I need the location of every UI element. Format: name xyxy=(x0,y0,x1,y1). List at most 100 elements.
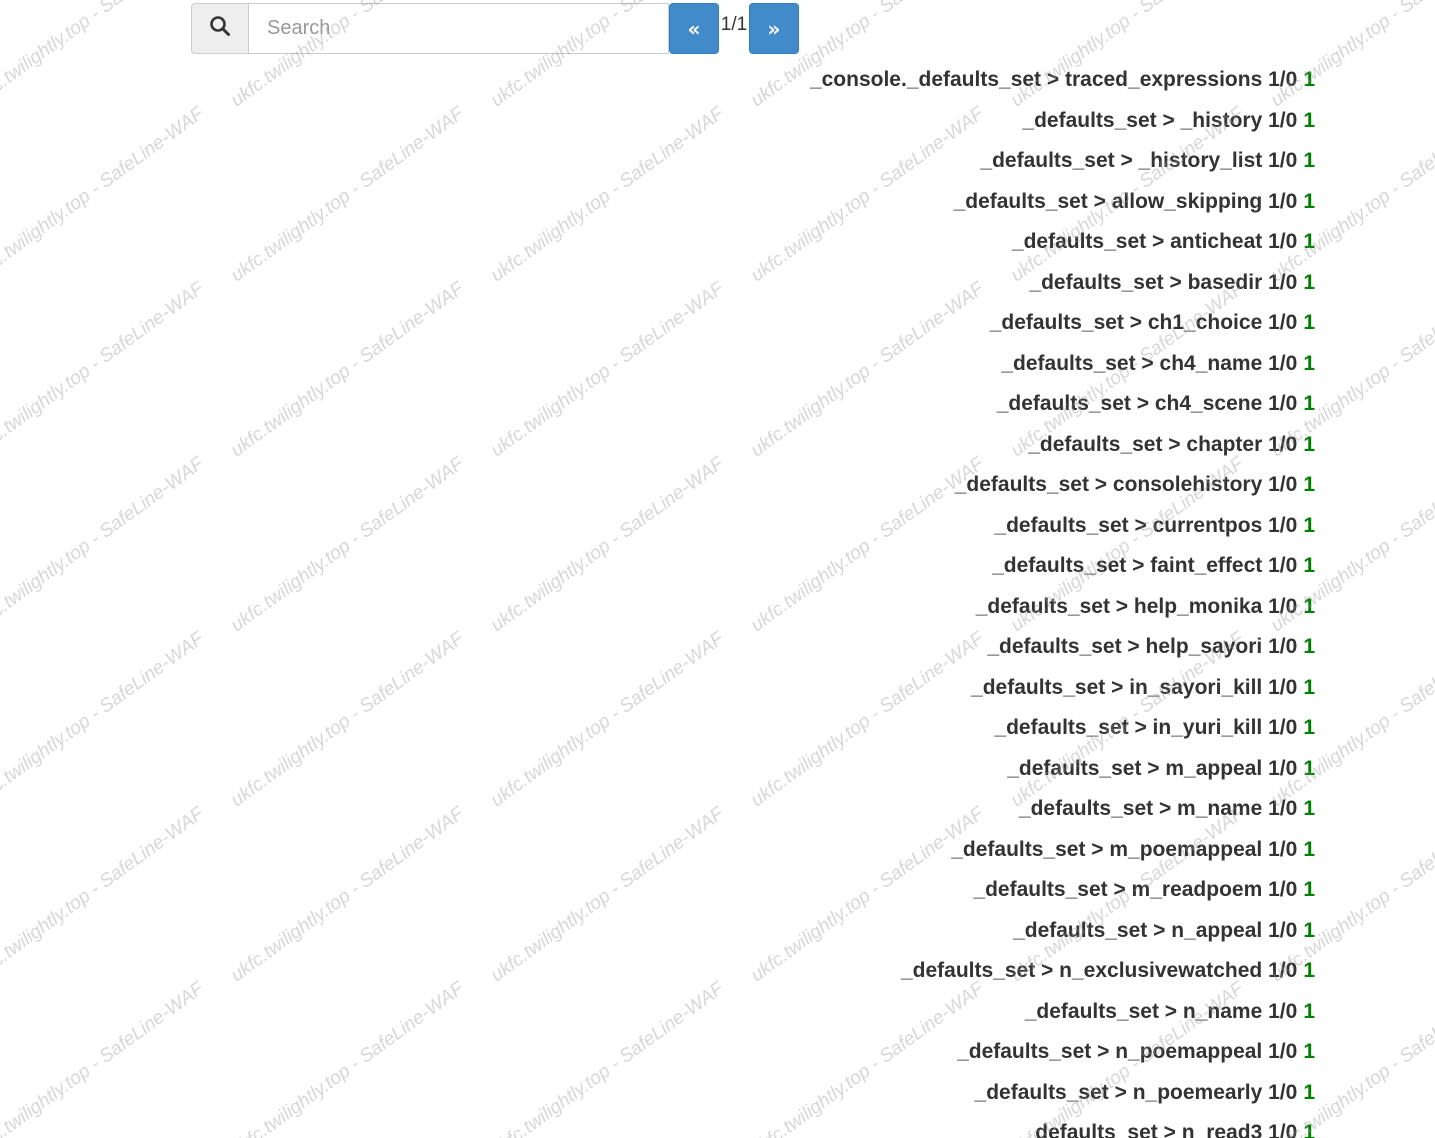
variable-count: 1/0 xyxy=(1268,918,1298,942)
variable-path: _defaults_set > basedir xyxy=(1029,270,1263,294)
variable-value: 1 xyxy=(1303,554,1315,577)
variable-path: _defaults_set > help_monika xyxy=(975,594,1263,618)
watermark-text: ukfc.twilightly.top - SafeLine-WAF xyxy=(0,453,208,637)
next-page-button[interactable]: » xyxy=(749,3,799,54)
variable-value: 1 xyxy=(1303,351,1315,375)
variable-path: _defaults_set > allow_skipping xyxy=(953,189,1263,213)
list-item[interactable]: _defaults_set > n_name 1/0 1 xyxy=(810,992,1315,1033)
variable-value: 1 xyxy=(1303,149,1315,172)
watermark-text: ukfc.twilightly.top - SafeLine-WAF xyxy=(487,803,728,987)
variable-path: _defaults_set > faint_effect xyxy=(992,554,1263,577)
variable-value: 1 xyxy=(1303,1040,1315,1063)
variable-count: 1/0 xyxy=(1268,554,1298,577)
list-item[interactable]: _defaults_set > m_readpoem 1/0 1 xyxy=(810,870,1315,911)
variable-count: 1/0 xyxy=(1268,716,1298,739)
watermark-text: ukfc.twilightly.top - SafeLine-WAF xyxy=(0,103,208,287)
variable-count: 1/0 xyxy=(1268,999,1298,1023)
search-icon xyxy=(209,15,231,42)
variable-path: _defaults_set > n_poemearly xyxy=(974,1080,1263,1104)
search-input[interactable] xyxy=(249,3,669,54)
variable-path: _defaults_set > ch1_choice xyxy=(989,311,1263,334)
list-item[interactable]: _defaults_set > m_poemappeal 1/0 1 xyxy=(810,830,1315,871)
list-item[interactable]: _defaults_set > anticheat 1/0 1 xyxy=(810,222,1315,263)
list-item[interactable]: _defaults_set > ch4_name 1/0 1 xyxy=(810,344,1315,385)
variable-value: 1 xyxy=(1303,594,1315,618)
variable-path: _defaults_set > _history xyxy=(1022,108,1263,132)
list-item[interactable]: _defaults_set > currentpos 1/0 1 xyxy=(810,506,1315,547)
watermark-text: ukfc.twilightly.top - SafeLine-WAF xyxy=(227,628,468,812)
variable-count: 1/0 xyxy=(1268,351,1298,375)
list-item[interactable]: _defaults_set > faint_effect 1/0 1 xyxy=(810,546,1315,587)
list-item[interactable]: _defaults_set > allow_skipping 1/0 1 xyxy=(810,182,1315,223)
variable-value: 1 xyxy=(1303,1121,1315,1138)
watermark-text: ukfc.twilightly.top - SafeLine-WAF xyxy=(487,978,728,1138)
list-item[interactable]: _defaults_set > in_yuri_kill 1/0 1 xyxy=(810,708,1315,749)
variable-path: _defaults_set > n_read3 xyxy=(1023,1121,1263,1138)
list-item[interactable]: _defaults_set > help_sayori 1/0 1 xyxy=(810,627,1315,668)
variable-value: 1 xyxy=(1303,756,1315,780)
variable-path: _defaults_set > m_appeal xyxy=(1007,756,1263,780)
list-item[interactable]: _defaults_set > chapter 1/0 1 xyxy=(810,425,1315,466)
variable-path: _defaults_set > m_name xyxy=(1018,797,1263,820)
watermark-text: ukfc.twilightly.top - SafeLine-WAF xyxy=(0,278,208,462)
variable-path: _defaults_set > consolehistory xyxy=(954,473,1263,496)
list-item[interactable]: _defaults_set > basedir 1/0 1 xyxy=(810,263,1315,304)
variable-path: _defaults_set > help_sayori xyxy=(987,635,1263,658)
watermark-text: ukfc.twilightly.top - SafeLine-WAF xyxy=(0,0,208,112)
watermark-text: ukfc.twilightly.top - SafeLine-WAF xyxy=(227,803,468,987)
variable-count: 1/0 xyxy=(1268,189,1298,213)
list-item[interactable]: _defaults_set > in_sayori_kill 1/0 1 xyxy=(810,668,1315,709)
variable-count: 1/0 xyxy=(1268,149,1298,172)
list-item[interactable]: _defaults_set > n_read3 1/0 1 xyxy=(810,1113,1315,1138)
watermark-text: ukfc.twilightly.top - SafeLine-WAF xyxy=(227,453,468,637)
variable-value: 1 xyxy=(1303,230,1315,253)
variable-count: 1/0 xyxy=(1268,837,1298,861)
list-item[interactable]: _defaults_set > n_poemearly 1/0 1 xyxy=(810,1073,1315,1114)
list-item[interactable]: _defaults_set > ch1_choice 1/0 1 xyxy=(810,303,1315,344)
variable-path: _defaults_set > n_appeal xyxy=(1013,918,1263,942)
watermark-text: ukfc.twilightly.top - SafeLine-WAF xyxy=(487,278,728,462)
variable-path: _defaults_set > chapter xyxy=(1028,432,1263,456)
variable-count: 1/0 xyxy=(1268,311,1298,334)
list-item[interactable]: _defaults_set > n_exclusivewatched 1/0 1 xyxy=(810,951,1315,992)
variable-value: 1 xyxy=(1303,878,1315,901)
list-item[interactable]: _defaults_set > n_appeal 1/0 1 xyxy=(810,911,1315,952)
variable-value: 1 xyxy=(1303,513,1315,537)
variable-value: 1 xyxy=(1303,432,1315,456)
list-item[interactable]: _defaults_set > n_poemappeal 1/0 1 xyxy=(810,1032,1315,1073)
watermark-text: ukfc.twilightly.top - SafeLine-WAF xyxy=(0,803,208,987)
variable-value: 1 xyxy=(1303,189,1315,213)
list-item[interactable]: _console._defaults_set > traced_expressi… xyxy=(810,60,1315,101)
list-item[interactable]: _defaults_set > _history_list 1/0 1 xyxy=(810,141,1315,182)
list-item[interactable]: _defaults_set > m_name 1/0 1 xyxy=(810,789,1315,830)
variable-path: _defaults_set > n_poemappeal xyxy=(957,1040,1263,1063)
variable-path: _defaults_set > ch4_scene xyxy=(996,392,1263,415)
watermark-text: ukfc.twilightly.top - SafeLine-WAF xyxy=(0,628,208,812)
variable-count: 1/0 xyxy=(1268,756,1298,780)
variable-value: 1 xyxy=(1303,270,1315,294)
watermark-text: ukfc.twilightly.top - SafeLine-WAF xyxy=(487,453,728,637)
variable-value: 1 xyxy=(1303,473,1315,496)
list-item[interactable]: _defaults_set > help_monika 1/0 1 xyxy=(810,587,1315,628)
variable-count: 1/0 xyxy=(1268,594,1298,618)
variable-path: _defaults_set > n_exclusivewatched xyxy=(901,959,1263,982)
variable-value: 1 xyxy=(1303,797,1315,820)
variable-count: 1/0 xyxy=(1268,797,1298,820)
search-button[interactable] xyxy=(191,3,249,54)
variable-list: _console._defaults_set > traced_expressi… xyxy=(810,60,1315,1138)
prev-page-button[interactable]: « xyxy=(669,3,719,54)
variable-count: 1/0 xyxy=(1268,392,1298,415)
variable-value: 1 xyxy=(1303,837,1315,861)
watermark-text: ukfc.twilightly.top - SafeLine-WAF xyxy=(0,978,208,1138)
variable-count: 1/0 xyxy=(1268,473,1298,496)
list-item[interactable]: _defaults_set > ch4_scene 1/0 1 xyxy=(810,384,1315,425)
variable-value: 1 xyxy=(1303,959,1315,982)
list-item[interactable]: _defaults_set > m_appeal 1/0 1 xyxy=(810,749,1315,790)
list-item[interactable]: _defaults_set > _history 1/0 1 xyxy=(810,101,1315,142)
variable-path: _defaults_set > m_poemappeal xyxy=(951,837,1263,861)
list-item[interactable]: _defaults_set > consolehistory 1/0 1 xyxy=(810,465,1315,506)
variable-count: 1/0 xyxy=(1268,108,1298,132)
variable-value: 1 xyxy=(1303,918,1315,942)
variable-count: 1/0 xyxy=(1268,513,1298,537)
watermark-text: ukfc.twilightly.top - SafeLine-WAF xyxy=(227,103,468,287)
